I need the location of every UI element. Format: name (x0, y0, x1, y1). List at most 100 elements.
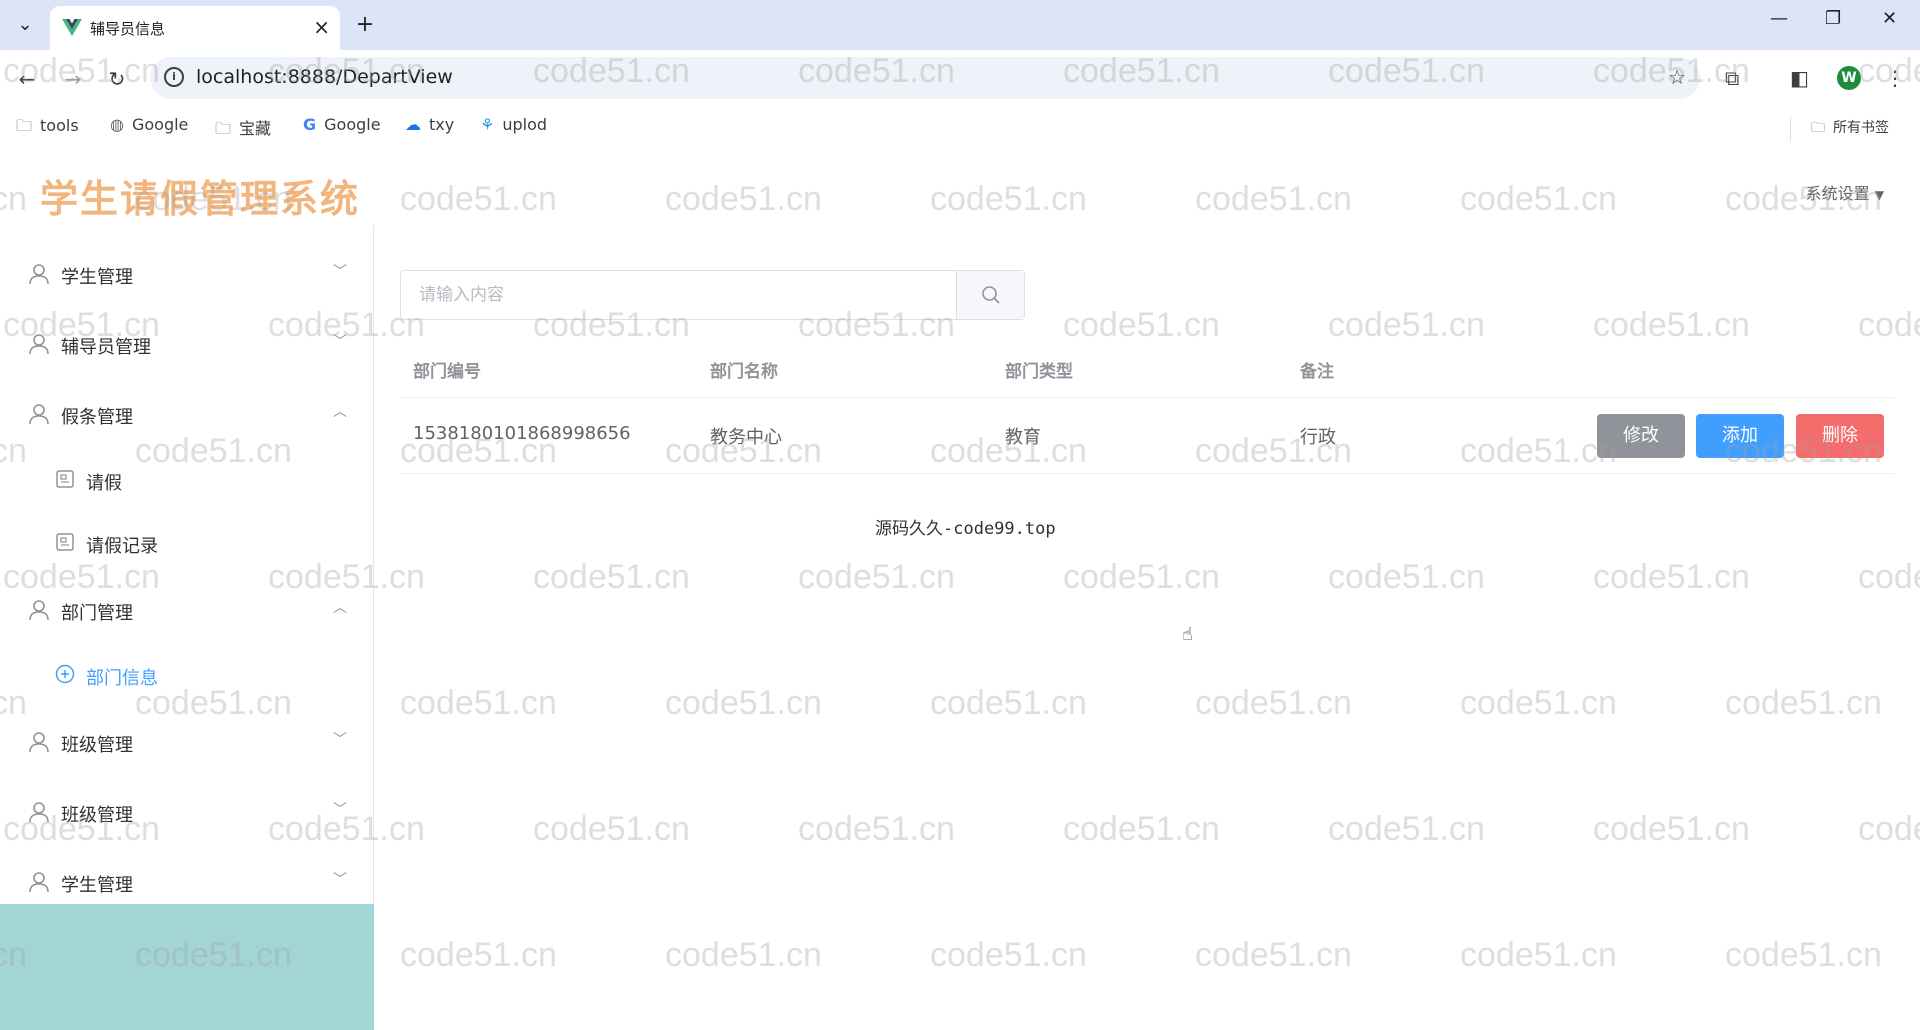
all-bookmarks[interactable]: 🗀 所有书签 (1790, 117, 1889, 141)
folder-icon: 🗀 (215, 119, 232, 138)
column-header-name: 部门名称 (710, 362, 778, 382)
hand-cursor-icon: ☝ (1182, 624, 1193, 645)
watermark-text: code51.cn (930, 684, 1087, 722)
sidebar-item-label: 班级管理 (61, 805, 133, 826)
sidebar-item-department[interactable]: 部门管理 ︿ (0, 581, 374, 641)
folder-icon: 🗀 (16, 116, 33, 135)
sidebar-item-label: 学生管理 (61, 875, 133, 896)
sidebar-subitem-leave-records[interactable]: 请假记录 (0, 516, 374, 572)
watermark-text: code51.cn (533, 810, 690, 848)
chevron-up-icon: ︿ (333, 600, 347, 616)
user-icon (29, 872, 49, 893)
watermark-text: code51.cn (1858, 306, 1920, 344)
cell-type: 教育 (1005, 427, 1041, 448)
delete-button[interactable]: 删除 (1796, 414, 1884, 458)
user-icon (29, 334, 49, 355)
restore-icon[interactable]: ❐ (1825, 8, 1841, 29)
sidebar-item-leave[interactable]: 假条管理 ︿ (0, 385, 374, 445)
sidebar-item-class[interactable]: 班级管理 ﹀ (0, 713, 374, 773)
back-icon[interactable]: ← (12, 64, 42, 94)
sidebar-item-counselor[interactable]: 辅导员管理 ﹀ (0, 315, 374, 375)
close-icon[interactable]: × (313, 15, 330, 39)
watermark-text: code51.cn (1328, 558, 1485, 596)
cell-note: 行政 (1300, 427, 1336, 448)
site-info-icon[interactable]: i (164, 67, 184, 87)
watermark-text: code51.cn (533, 558, 690, 596)
chevron-down-icon: ﹀ (333, 802, 347, 818)
sidebar-footer-panel (0, 904, 374, 1030)
column-header-note: 备注 (1300, 362, 1334, 382)
watermark-text: code51.cn (1858, 810, 1920, 848)
caret-down-icon: ▼ (1874, 188, 1884, 202)
bookmark-tools[interactable]: 🗀 tools (16, 115, 79, 142)
chevron-down-icon: ﹀ (333, 334, 347, 350)
watermark-text: code51.cn (1460, 684, 1617, 722)
footer-text: 源码久久-code99.top (875, 519, 1056, 539)
watermark-text: code51.cn (1328, 810, 1485, 848)
watermark-text: code51.cn (1195, 936, 1352, 974)
bookmarks-bar: 🗀 tools ◍ Google 🗀 宝藏 G Google ☁ txy ⚘ uplod 🗀… (0, 108, 1920, 144)
sidebar-subitem-department-info[interactable]: 部门信息 (0, 648, 374, 704)
header-divider (400, 397, 1895, 398)
watermark-text: code51.cn (1725, 936, 1882, 974)
globe-icon: ◍ (110, 115, 124, 134)
avatar[interactable]: W (1837, 66, 1861, 90)
sidebar-item-class-2[interactable]: 班级管理 ﹀ (0, 783, 374, 843)
search-input[interactable] (401, 271, 956, 319)
star-icon[interactable]: ☆ (1668, 65, 1686, 89)
document-icon (56, 470, 74, 488)
bookmark-google-2[interactable]: G Google (303, 115, 381, 134)
extensions-icon[interactable]: ⧉ (1725, 66, 1739, 90)
bookmark-uplod[interactable]: ⚘ uplod (480, 115, 547, 134)
tab-title: 辅导员信息 (90, 20, 166, 38)
watermark-text: code51.cn (1593, 306, 1750, 344)
sidebar-item-student[interactable]: 学生管理 ﹀ (0, 245, 374, 305)
chevron-up-icon: ︿ (333, 404, 347, 420)
chevron-down-icon: ﹀ (333, 264, 347, 280)
app-title: 学生请假管理系统 (40, 177, 361, 221)
watermark-text: code51.cn (665, 936, 822, 974)
vue-logo-icon (62, 19, 82, 36)
cell-id: 1538180101868998656 (413, 423, 631, 444)
search-button[interactable] (956, 271, 1024, 319)
watermark-text: code51.cn (1858, 558, 1920, 596)
user-icon (29, 732, 49, 753)
side-panel-icon[interactable]: ◧ (1790, 66, 1809, 90)
address-bar[interactable]: i localhost:8888/DepartView ☆ (150, 57, 1700, 99)
watermark-text: code51.cn (1725, 684, 1882, 722)
window-close-icon[interactable]: ✕ (1882, 8, 1897, 29)
sidebar-item-label: 辅导员管理 (61, 337, 151, 358)
settings-dropdown[interactable]: 系统设置 ▼ (1806, 180, 1884, 204)
watermark-text: code51.cn (1195, 684, 1352, 722)
minimize-icon[interactable]: — (1770, 8, 1788, 29)
sidebar-subitem-label: 请假记录 (86, 536, 158, 557)
watermark-text: code51.cn (930, 936, 1087, 974)
column-header-type: 部门类型 (1005, 362, 1073, 382)
reload-icon[interactable]: ↻ (102, 64, 132, 94)
user-icon (29, 264, 49, 285)
sidebar-subitem-label: 部门信息 (86, 668, 158, 689)
more-menu-icon[interactable]: ⋮ (1885, 66, 1905, 90)
add-button[interactable]: 添加 (1696, 414, 1784, 458)
sidebar-item-label: 部门管理 (61, 603, 133, 624)
new-tab-button[interactable]: + (350, 10, 380, 40)
watermark-text: code51.cn (798, 810, 955, 848)
app-header: 学生请假管理系统 系统设置 ▼ (0, 160, 1920, 225)
sidebar-subitem-leave-request[interactable]: 请假 (0, 453, 374, 509)
row-divider (400, 473, 1895, 474)
bookmark-baozang[interactable]: 🗀 宝藏 (215, 115, 271, 145)
watermark-text: code51.cn (1063, 810, 1220, 848)
browser-tab[interactable]: 辅导员信息 × (50, 6, 340, 50)
bookmark-google[interactable]: ◍ Google (110, 115, 188, 134)
watermark-text: code51.cn (1460, 432, 1617, 470)
watermark-text: code51.cn (1460, 936, 1617, 974)
plus-circle-icon (55, 664, 75, 684)
search-icon (982, 286, 1000, 304)
edit-button[interactable]: 修改 (1597, 414, 1685, 458)
tab-search-button[interactable]: ⌄ (10, 10, 40, 40)
watermark-text: code51.cn (400, 936, 557, 974)
forward-icon[interactable]: → (58, 64, 88, 94)
bookmark-txy[interactable]: ☁ txy (405, 115, 454, 134)
column-header-id: 部门编号 (413, 362, 481, 382)
upload-icon: ⚘ (480, 115, 495, 134)
